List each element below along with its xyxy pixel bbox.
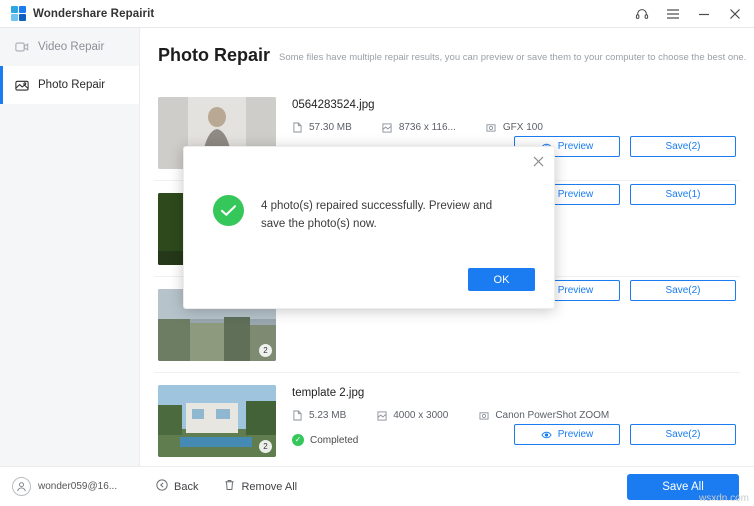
app-window: Wondershare Repairit Video Repair Photo … bbox=[0, 0, 754, 506]
back-label: Back bbox=[174, 480, 199, 493]
app-logo-icon bbox=[11, 6, 26, 21]
save-label: Save(2) bbox=[665, 285, 701, 296]
page-title: Photo Repair bbox=[158, 45, 271, 65]
video-icon bbox=[14, 40, 29, 55]
file-name: 0564283524.jpg bbox=[292, 99, 375, 111]
page-subtitle: Some files have multiple repair results,… bbox=[279, 52, 747, 63]
preview-label: Preview bbox=[557, 189, 594, 200]
camera-icon bbox=[478, 410, 489, 421]
file-size: 57.30 MB bbox=[292, 122, 352, 133]
footer-links: Back Remove All bbox=[140, 479, 297, 494]
remove-all-label: Remove All bbox=[241, 480, 298, 493]
file-meta: 5.23 MB 4000 x 3000 Canon PowerShot ZOOM bbox=[292, 410, 736, 421]
resolution-icon bbox=[376, 410, 387, 421]
save-all-label: Save All bbox=[662, 480, 704, 493]
file-size-value: 5.23 MB bbox=[309, 410, 347, 421]
file-size-value: 57.30 MB bbox=[309, 122, 352, 133]
table-row: 2 template 2.jpg 5.23 MB 4000 x 3000 Can… bbox=[154, 373, 740, 469]
close-icon[interactable] bbox=[727, 6, 742, 21]
preview-label: Preview bbox=[557, 141, 594, 152]
user-account[interactable]: wonder059@16... bbox=[0, 477, 140, 496]
file-dimensions-value: 4000 x 3000 bbox=[393, 410, 449, 421]
save-label: Save(1) bbox=[665, 189, 701, 200]
preview-label: Preview bbox=[557, 285, 594, 296]
file-dimensions: 4000 x 3000 bbox=[376, 410, 448, 421]
camera-model: Canon PowerShot ZOOM bbox=[478, 410, 609, 421]
file-name: template 2.jpg bbox=[292, 387, 365, 399]
ok-button[interactable]: OK bbox=[468, 268, 535, 291]
sidebar-item-label: Video Repair bbox=[38, 41, 105, 53]
success-dialog: 4 photo(s) repaired successfully. Previe… bbox=[183, 146, 555, 309]
sidebar-item-video-repair[interactable]: Video Repair bbox=[0, 28, 139, 66]
row-details: template 2.jpg 5.23 MB 4000 x 3000 Canon… bbox=[276, 385, 736, 446]
back-button[interactable]: Back bbox=[156, 479, 198, 494]
sidebar-item-photo-repair[interactable]: Photo Repair bbox=[0, 66, 139, 104]
document-icon bbox=[292, 122, 303, 133]
save-button[interactable]: Save(2) bbox=[630, 136, 736, 157]
file-dimensions-value: 8736 x 116... bbox=[398, 122, 456, 133]
file-dimensions: 8736 x 116... bbox=[382, 122, 456, 133]
save-button[interactable]: Save(2) bbox=[630, 424, 736, 445]
success-check-icon bbox=[213, 195, 244, 226]
result-count-badge: 2 bbox=[259, 344, 272, 357]
result-count-badge: 2 bbox=[259, 440, 272, 453]
photo-thumbnail[interactable]: 2 bbox=[158, 385, 276, 457]
avatar bbox=[12, 477, 31, 496]
save-label: Save(2) bbox=[665, 141, 701, 152]
watermark: wsxdn.com bbox=[698, 493, 749, 504]
app-title: Wondershare Repairit bbox=[33, 7, 155, 20]
document-icon bbox=[292, 410, 303, 421]
file-meta: 57.30 MB 8736 x 116... GFX 100 bbox=[292, 122, 736, 133]
menu-icon[interactable] bbox=[665, 6, 680, 21]
close-icon[interactable] bbox=[531, 154, 545, 168]
minimize-icon[interactable] bbox=[696, 6, 711, 21]
check-icon: ✓ bbox=[292, 434, 304, 446]
resolution-icon bbox=[382, 122, 393, 133]
preview-button[interactable]: Preview bbox=[514, 424, 620, 445]
brand: Wondershare Repairit bbox=[0, 6, 154, 21]
remove-all-button[interactable]: Remove All bbox=[224, 479, 297, 494]
status-label: Completed bbox=[310, 434, 359, 446]
ok-label: OK bbox=[493, 273, 510, 286]
sidebar-item-label: Photo Repair bbox=[38, 79, 106, 91]
eye-icon bbox=[541, 431, 552, 439]
save-label: Save(2) bbox=[665, 429, 701, 440]
title-bar-actions bbox=[634, 6, 754, 21]
camera-model-value: Canon PowerShot ZOOM bbox=[495, 410, 610, 421]
preview-label: Preview bbox=[557, 429, 594, 440]
trash-icon bbox=[224, 479, 235, 494]
camera-model-value: GFX 100 bbox=[502, 122, 543, 133]
dialog-body: 4 photo(s) repaired successfully. Previe… bbox=[184, 147, 554, 234]
camera-icon bbox=[486, 122, 497, 133]
save-button[interactable]: Save(1) bbox=[630, 184, 736, 205]
footer-bar: wonder059@16... Back Remove All Save All bbox=[0, 466, 754, 506]
user-email: wonder059@16... bbox=[38, 481, 118, 492]
page-header: Photo Repair Some files have multiple re… bbox=[140, 28, 754, 66]
headset-icon[interactable] bbox=[634, 6, 649, 21]
save-button[interactable]: Save(2) bbox=[630, 280, 736, 301]
title-bar: Wondershare Repairit bbox=[0, 0, 754, 28]
photo-icon bbox=[14, 78, 29, 93]
dialog-message: 4 photo(s) repaired successfully. Previe… bbox=[261, 200, 493, 230]
file-size: 5.23 MB bbox=[292, 410, 346, 421]
sidebar: Video Repair Photo Repair bbox=[0, 28, 140, 506]
back-icon bbox=[156, 479, 168, 494]
camera-model: GFX 100 bbox=[486, 122, 543, 133]
row-actions: Preview Save(2) bbox=[514, 424, 736, 445]
